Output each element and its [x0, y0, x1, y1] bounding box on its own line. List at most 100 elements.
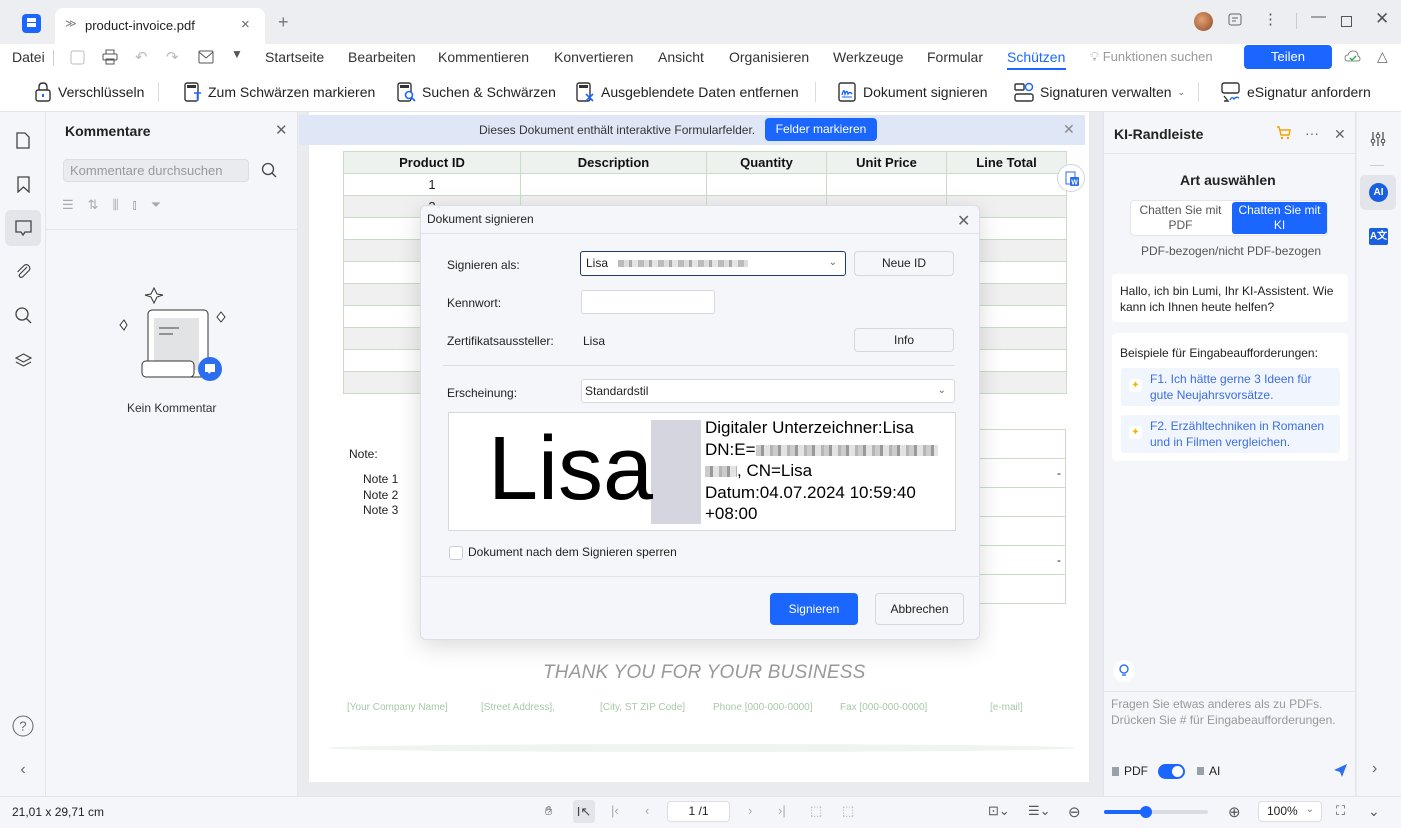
rotate-left-icon[interactable]: ⬚	[810, 803, 822, 819]
list-options-icon[interactable]: ☰	[62, 197, 74, 213]
close-comments-icon[interactable]: ✕	[275, 121, 288, 139]
menu-formular[interactable]: Formular	[927, 49, 983, 65]
filter-icon[interactable]: ⏷	[151, 197, 161, 213]
ai-assistant-icon[interactable]: AI	[1369, 183, 1388, 202]
print-icon[interactable]	[102, 49, 118, 65]
password-field[interactable]	[581, 290, 715, 314]
menu-kommentieren[interactable]: Kommentieren	[438, 49, 529, 65]
layers-icon[interactable]	[10, 347, 36, 373]
page-number-input[interactable]: 1 /1	[667, 801, 730, 822]
more-icon[interactable]: ···	[1305, 125, 1319, 141]
close-banner-icon[interactable]: ✕	[1063, 121, 1075, 138]
convert-to-word-button[interactable]: W	[1057, 164, 1085, 192]
select-tool-icon[interactable]: I↖	[573, 800, 595, 823]
request-esignature-button[interactable]: eSignatur anfordern	[1221, 82, 1371, 102]
comment-icon[interactable]	[10, 215, 36, 241]
send-icon[interactable]	[1333, 763, 1348, 778]
table-cell[interactable]	[706, 173, 827, 196]
hand-tool-icon[interactable]: ✋︎	[545, 803, 552, 819]
customize-toolbar-icon[interactable]: ▼	[231, 47, 243, 61]
bookmark-icon[interactable]	[10, 171, 36, 197]
lock-after-signing-label[interactable]: Dokument nach dem Signieren sperren	[468, 545, 677, 559]
collapse-icon[interactable]: ⫾	[133, 197, 137, 213]
zoom-out-icon[interactable]: ⊖	[1068, 803, 1081, 821]
collapse-ribbon-icon[interactable]: △	[1377, 48, 1388, 65]
sign-button[interactable]: Signieren	[770, 593, 858, 625]
mode-chat-pdf[interactable]: Chatten Sie mit PDF	[1133, 203, 1228, 233]
zoom-slider-handle[interactable]	[1139, 806, 1152, 818]
encrypt-button[interactable]: Verschlüsseln	[34, 82, 144, 102]
cancel-button[interactable]: Abbrechen	[875, 593, 964, 625]
attachment-icon[interactable]	[10, 258, 36, 284]
dialog-close-icon[interactable]: ✕	[957, 211, 970, 231]
zoom-in-icon[interactable]: ⊕	[1228, 803, 1241, 821]
comments-search-input[interactable]: Kommentare durchsuchen	[63, 159, 249, 182]
collapse-panel-icon[interactable]: ‹	[10, 757, 36, 783]
expand-rail-icon[interactable]: ›	[1372, 760, 1377, 778]
menu-file[interactable]: Datei	[12, 49, 45, 65]
first-page-icon[interactable]: |‹	[611, 803, 619, 818]
email-icon[interactable]	[198, 50, 214, 64]
feedback-icon[interactable]	[1227, 12, 1243, 28]
menu-konvertieren[interactable]: Konvertieren	[554, 49, 633, 65]
menu-bearbeiten[interactable]: Bearbeiten	[348, 49, 416, 65]
tab-chevron-icon[interactable]: ≫	[65, 17, 77, 30]
ai-chat-input[interactable]: Fragen Sie etwas anderes als zu PDFs. Dr…	[1111, 696, 1346, 728]
document-tab[interactable]: ≫ product-invoice.pdf ×	[55, 8, 265, 44]
menu-schuetzen[interactable]: Schützen	[1007, 49, 1065, 65]
tab-close-icon[interactable]: ×	[241, 16, 250, 33]
table-cell[interactable]	[826, 173, 947, 196]
help-icon[interactable]: ?	[10, 713, 36, 739]
redo-icon[interactable]: ↷	[166, 48, 179, 66]
last-page-icon[interactable]: ›|	[778, 803, 786, 818]
table-cell[interactable]	[520, 173, 707, 196]
menu-organisieren[interactable]: Organisieren	[729, 49, 809, 65]
table-cell[interactable]: 1	[343, 173, 521, 196]
settings-sliders-icon[interactable]	[1370, 131, 1386, 147]
close-window-icon[interactable]: ✕	[1375, 9, 1389, 29]
maximize-icon[interactable]	[1341, 16, 1352, 27]
manage-signatures-button[interactable]: Signaturen verwalten ⌄	[1014, 82, 1185, 102]
close-ai-icon[interactable]: ✕	[1334, 126, 1346, 143]
search-and-redact-button[interactable]: Suchen & Schwärzen	[397, 82, 556, 102]
search-icon[interactable]	[10, 302, 36, 328]
mark-for-redaction-button[interactable]: Zum Schwärzen markieren	[184, 82, 375, 102]
menu-ansicht[interactable]: Ansicht	[658, 49, 704, 65]
menu-startseite[interactable]: Startseite	[265, 49, 324, 65]
appearance-dropdown[interactable]: Standardstil ⌄	[581, 379, 955, 403]
prev-page-icon[interactable]: ‹	[645, 803, 649, 818]
sign-document-button[interactable]: Dokument signieren	[838, 82, 988, 102]
expand-icon[interactable]: ⫼	[113, 197, 119, 213]
pdf-ai-toggle[interactable]	[1158, 764, 1185, 779]
new-tab-button[interactable]: +	[278, 12, 289, 33]
remove-hidden-data-button[interactable]: Ausgeblendete Daten entfernen	[576, 82, 799, 102]
highlight-fields-button[interactable]: Felder markieren	[765, 118, 877, 141]
page-layout-icon[interactable]: ☰⌄	[1028, 803, 1051, 819]
menu-werkzeuge[interactable]: Werkzeuge	[833, 49, 904, 65]
more-view-options-icon[interactable]: ⌄	[1368, 803, 1380, 820]
info-button[interactable]: Info	[854, 328, 954, 352]
sign-as-dropdown[interactable]: Lisa ⌄	[580, 251, 846, 276]
user-avatar[interactable]	[1194, 12, 1213, 31]
undo-icon[interactable]: ↶	[135, 48, 148, 66]
cloud-sync-icon[interactable]	[1344, 49, 1361, 65]
pages-icon[interactable]	[10, 127, 36, 153]
next-page-icon[interactable]: ›	[748, 803, 752, 818]
rotate-right-icon[interactable]: ⬚	[842, 803, 854, 819]
cart-icon[interactable]	[1276, 126, 1291, 140]
translate-icon[interactable]: A文	[1369, 228, 1388, 245]
zoom-level-dropdown[interactable]: 100% ⌄	[1258, 801, 1322, 822]
example-prompt[interactable]: ✦ F1. Ich hätte gerne 3 Ideen für gute Ne…	[1121, 368, 1340, 406]
feature-search[interactable]: 💡︎ Funktionen suchen	[1090, 49, 1213, 65]
sort-icon[interactable]: ⇅	[88, 197, 99, 213]
lock-after-signing-checkbox[interactable]	[449, 546, 463, 560]
search-icon[interactable]	[261, 162, 277, 178]
share-button[interactable]: Teilen	[1244, 45, 1332, 69]
save-icon[interactable]	[70, 50, 85, 65]
new-id-button[interactable]: Neue ID	[854, 251, 954, 276]
actual-size-icon[interactable]: ⊡⌄	[988, 803, 1010, 819]
example-prompt[interactable]: ✦ F2. Erzähltechniken in Romanen und in F…	[1121, 415, 1340, 453]
prompt-tips-icon[interactable]	[1113, 660, 1135, 682]
fullscreen-icon[interactable]: ⛶	[1336, 803, 1345, 819]
minimize-icon[interactable]: —	[1311, 8, 1326, 25]
